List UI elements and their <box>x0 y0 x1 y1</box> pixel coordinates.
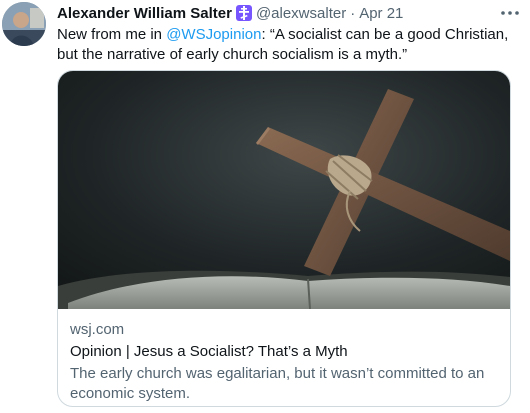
mention-link[interactable]: @WSJopinion <box>166 26 261 43</box>
header-separator: · <box>350 4 356 22</box>
tweet-date[interactable]: Apr 21 <box>359 5 403 22</box>
tweet-header: Alexander William Salter @alexwsalter · … <box>57 4 490 22</box>
avatar[interactable] <box>2 2 46 46</box>
tweet-text: New from me in @WSJopinion: “A socialist… <box>57 25 517 65</box>
avatar-photo <box>2 2 46 46</box>
author-handle[interactable]: @alexwsalter <box>256 5 346 22</box>
more-icon[interactable] <box>498 6 522 20</box>
card-domain: wsj.com <box>70 321 125 338</box>
tweet-text-prefix: New from me in <box>57 26 167 43</box>
card-image <box>58 71 510 309</box>
link-card[interactable]: wsj.com Opinion | Jesus a Socialist? Tha… <box>57 70 511 407</box>
card-description: The early church was egalitarian, but it… <box>70 365 485 402</box>
card-title[interactable]: Opinion | Jesus a Socialist? That’s a My… <box>70 342 498 362</box>
card-text: wsj.com Opinion | Jesus a Socialist? Tha… <box>70 320 498 404</box>
author-name[interactable]: Alexander William Salter <box>57 5 232 22</box>
orthodox-cross-icon <box>235 5 252 21</box>
